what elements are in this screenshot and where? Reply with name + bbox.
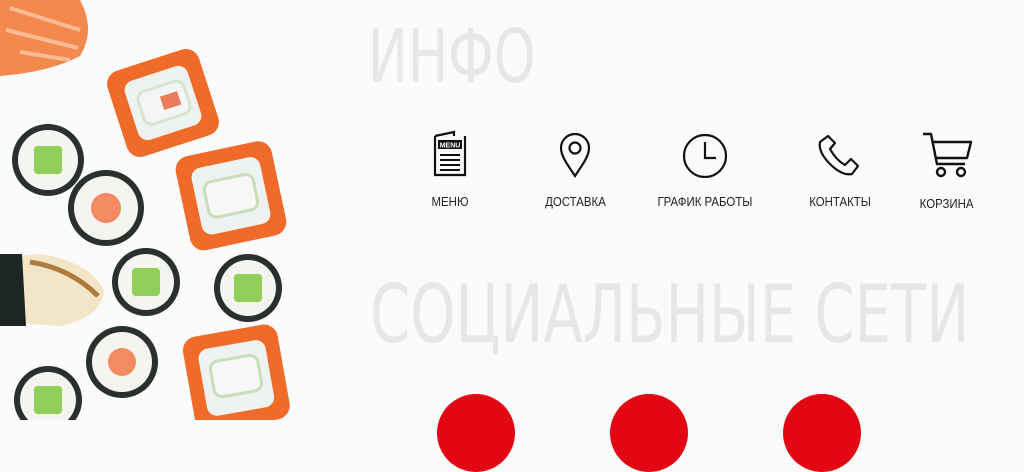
- nav-item-cart[interactable]: КОРЗИНА: [912, 128, 982, 211]
- sushi-photo: [0, 0, 290, 420]
- social-link-3[interactable]: [783, 394, 861, 472]
- cucumber-maki-image: [214, 254, 282, 322]
- phone-icon: [818, 134, 860, 176]
- nav-label-cart: КОРЗИНА: [920, 196, 974, 211]
- cart-icon: [923, 132, 973, 178]
- social-link-1[interactable]: [437, 394, 515, 472]
- map-pin-icon: [559, 132, 591, 178]
- salmon-nigiri-image: [0, 0, 88, 76]
- tobiko-roll-image: [107, 49, 219, 157]
- salmon-maki-image: [86, 326, 158, 398]
- salmon-maki-image: [68, 170, 144, 246]
- tobiko-roll-image: [182, 324, 290, 420]
- nav-label-delivery: ДОСТАВКА: [544, 194, 606, 209]
- cucumber-maki-image: [112, 248, 180, 316]
- nav-item-contacts[interactable]: КОНТАКТЫ: [800, 130, 880, 209]
- nav-item-delivery[interactable]: ДОСТАВКА: [535, 130, 615, 209]
- social-heading: СОЦИАЛЬНЫЕ СЕТИ: [370, 268, 970, 361]
- clock-icon: [682, 133, 728, 178]
- cucumber-maki-image: [14, 366, 82, 420]
- nav-label-menu: МЕНЮ: [431, 194, 469, 209]
- social-link-2[interactable]: [610, 394, 688, 472]
- tobiko-roll-image: [175, 141, 287, 251]
- nav-label-hours: ГРАФИК РАБОТЫ: [657, 194, 753, 209]
- cucumber-maki-image: [12, 124, 84, 196]
- menu-icon-text: MENU: [440, 143, 461, 150]
- menu-book-icon: MENU: [433, 130, 467, 177]
- nav-label-contacts: КОНТАКТЫ: [809, 194, 871, 209]
- nav-item-menu[interactable]: MENU МЕНЮ: [420, 130, 480, 209]
- nav-item-hours[interactable]: ГРАФИК РАБОТЫ: [655, 130, 755, 209]
- eel-nigiri-image: [0, 254, 104, 326]
- info-heading: ИНФО: [368, 14, 536, 100]
